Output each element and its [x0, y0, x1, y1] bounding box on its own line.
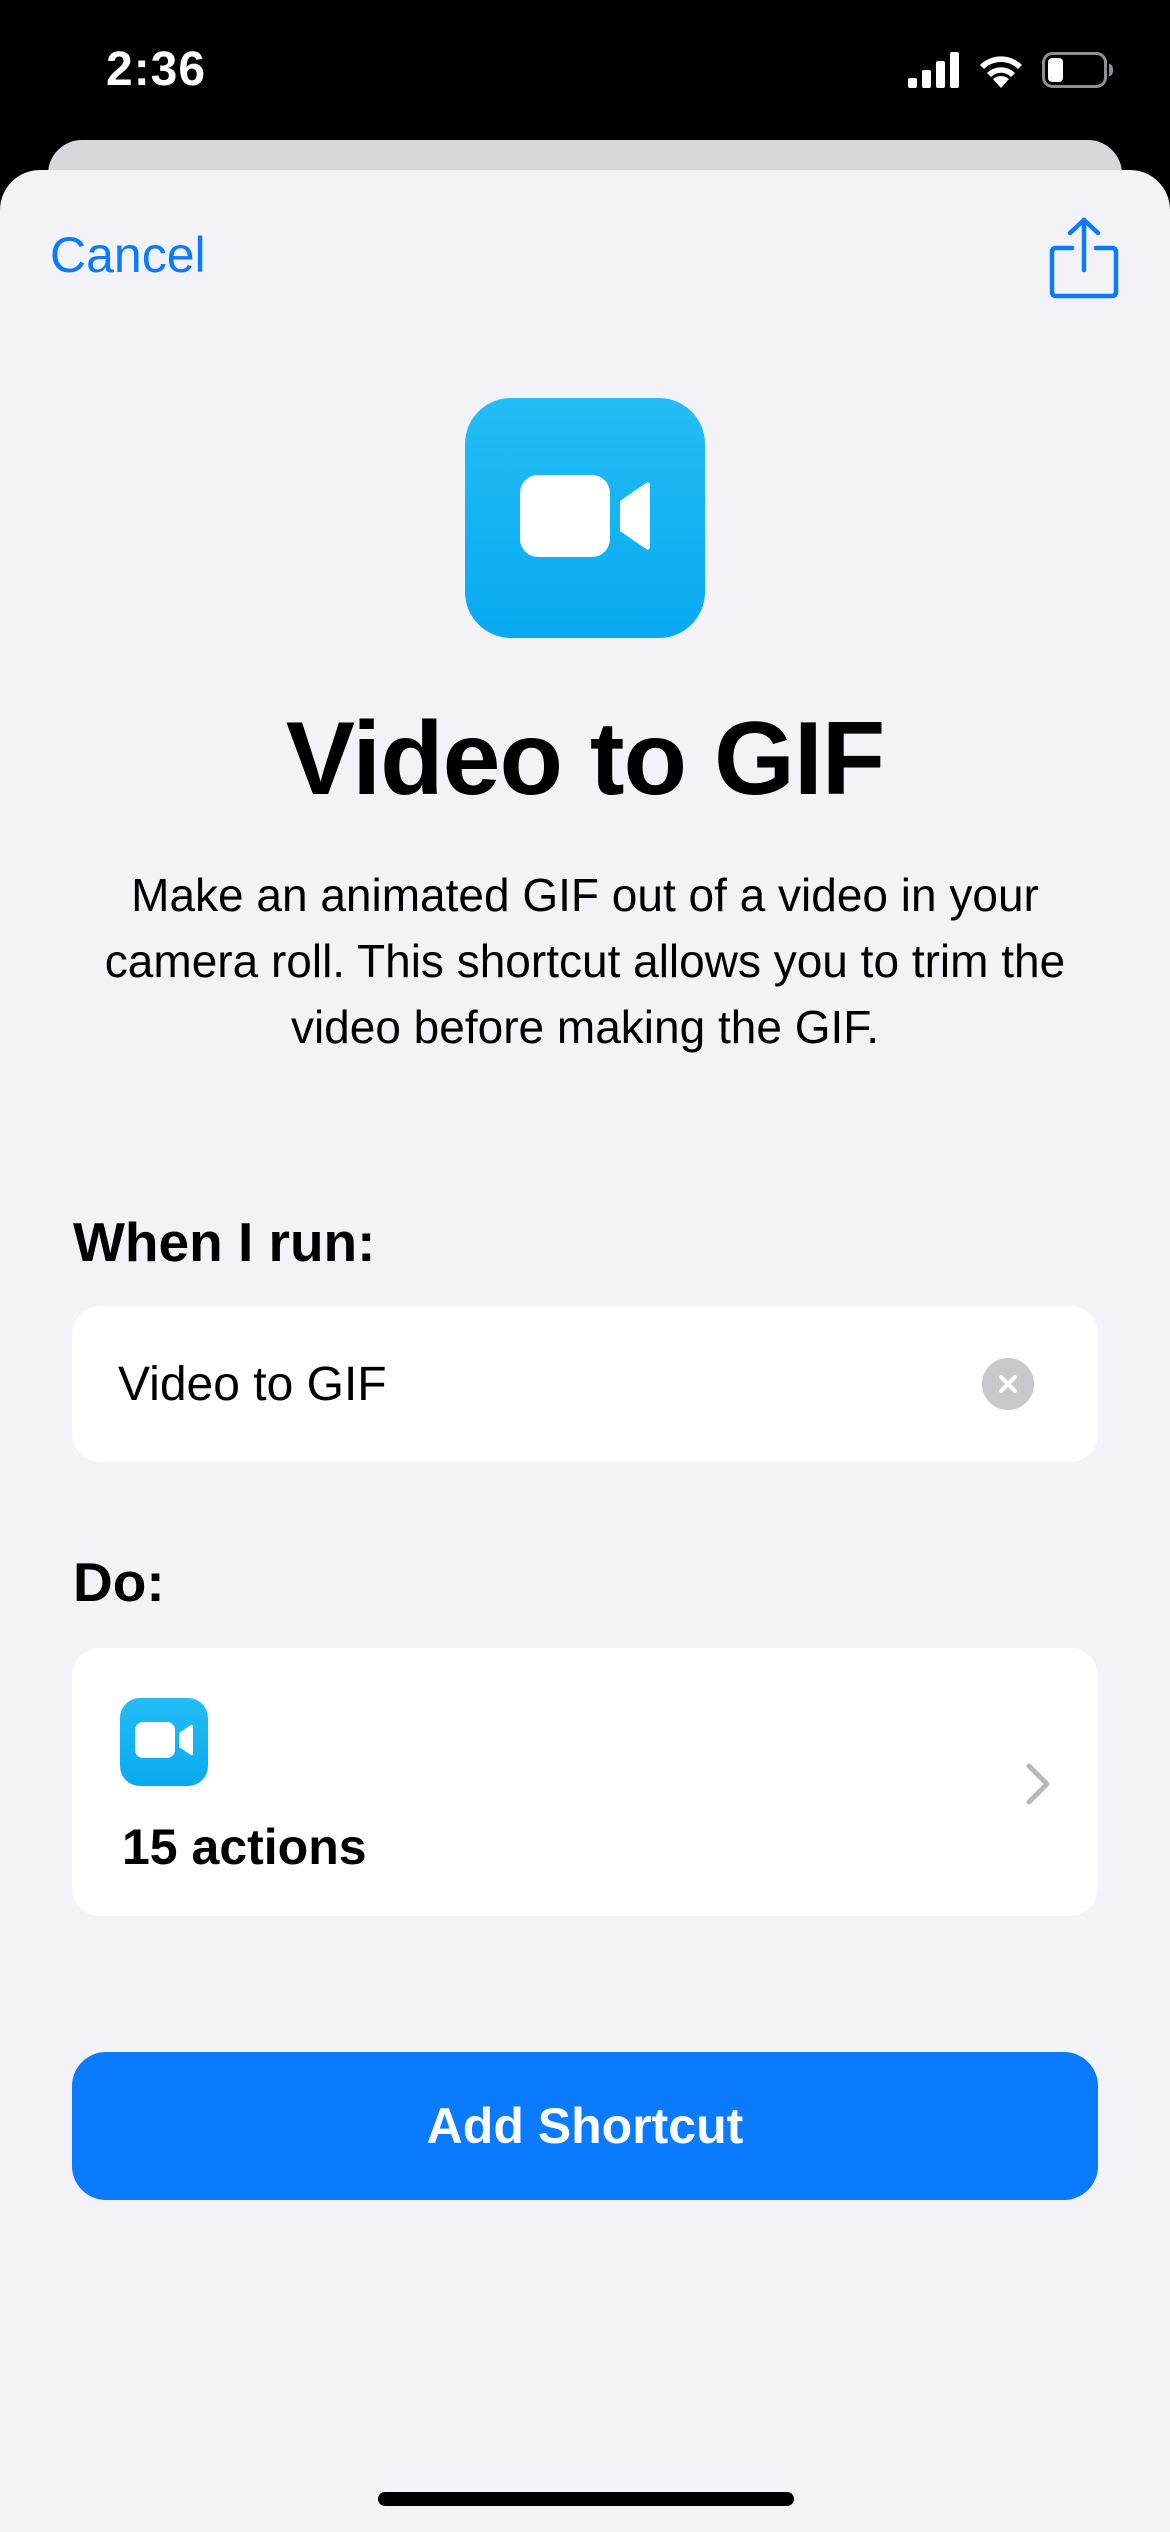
do-label: Do: — [73, 1551, 165, 1613]
status-icons — [908, 52, 1114, 93]
status-bar: 2:36 — [0, 0, 1170, 140]
cellular-signal-icon — [908, 52, 960, 93]
actions-shortcut-icon — [120, 1698, 208, 1786]
wifi-icon — [978, 52, 1024, 93]
shortcut-name-field — [72, 1306, 1098, 1462]
video-camera-icon — [520, 471, 650, 566]
actions-count: 15 actions — [122, 1819, 367, 1875]
home-indicator[interactable] — [378, 2492, 794, 2506]
shortcut-description: Make an animated GIF out of a video in y… — [104, 869, 1066, 1053]
add-shortcut-sheet: Cancel Video to GIF Make an animated GIF… — [0, 170, 1170, 2532]
clear-icon[interactable] — [982, 1358, 1034, 1410]
add-shortcut-button[interactable]: Add Shortcut — [72, 2052, 1098, 2200]
actions-card[interactable]: 15 actions — [72, 1648, 1098, 1916]
share-icon[interactable] — [1048, 216, 1120, 300]
when-i-run-label: When I run: — [73, 1211, 376, 1273]
battery-icon — [1042, 52, 1114, 93]
cancel-button[interactable]: Cancel — [50, 226, 206, 284]
shortcut-name-input[interactable] — [118, 1306, 998, 1462]
shortcut-icon — [465, 398, 705, 638]
status-time: 2:36 — [106, 43, 207, 96]
shortcut-title: Video to GIF — [285, 701, 886, 817]
chevron-right-icon — [1024, 1762, 1052, 1806]
video-camera-icon — [135, 1720, 193, 1765]
